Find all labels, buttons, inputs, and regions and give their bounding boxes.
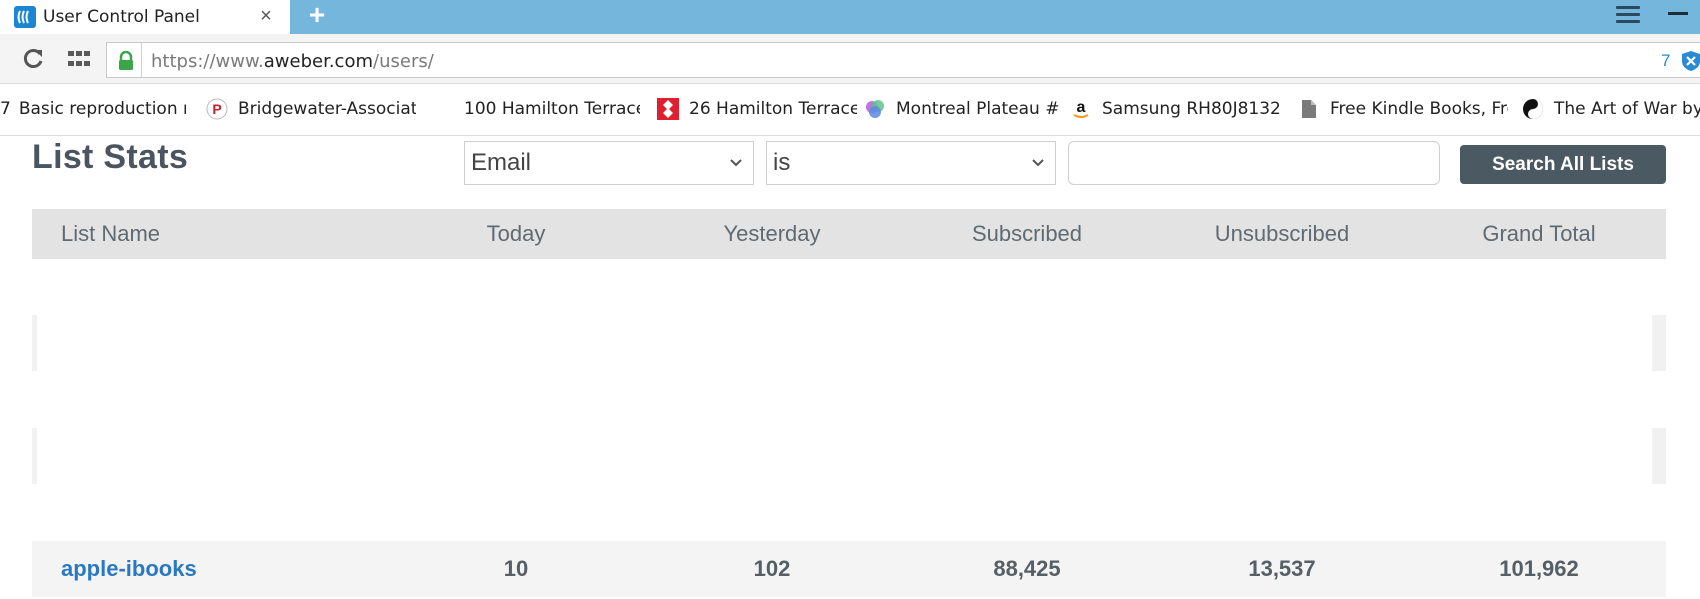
address-bar-row: https://www.aweber.com/users/ 7 xyxy=(0,34,1700,84)
tab-menu-icon[interactable] xyxy=(1616,6,1640,28)
red-diamond-icon xyxy=(657,98,679,120)
aweber-favicon-icon xyxy=(14,6,36,28)
extension-badge-count: 7 xyxy=(1661,51,1671,70)
yin-yang-icon xyxy=(1522,98,1544,120)
bookmark-26-hamilton[interactable]: 26 Hamilton Terrace xyxy=(657,96,857,122)
bookmark-label: Basic reproduction nur xyxy=(18,99,186,119)
column-header-today[interactable]: Today xyxy=(487,209,546,259)
document-icon xyxy=(1298,98,1320,120)
url-text: https://www.aweber.com/users/ xyxy=(151,51,434,72)
bookmark-basic-reproduction[interactable]: 7 Basic reproduction nur xyxy=(0,96,186,122)
shield-extension-icon[interactable] xyxy=(1681,50,1700,72)
bookmark-bridgewater[interactable]: P Bridgewater-Associate xyxy=(206,96,416,122)
bookmark-label: Samsung RH80J81323 xyxy=(1102,99,1282,119)
cell-unsubscribed: 13,537 xyxy=(1248,556,1316,581)
operator-select[interactable]: is xyxy=(766,141,1056,185)
apps-grid-icon[interactable] xyxy=(68,51,90,69)
browser-tab-active[interactable]: User Control Panel × xyxy=(0,0,290,34)
svg-text:P: P xyxy=(212,101,221,117)
list-name-link[interactable]: apple-ibooks xyxy=(61,541,197,597)
table-header: List Name Today Yesterday Subscribed Uns… xyxy=(32,209,1666,259)
column-header-subscribed[interactable]: Subscribed xyxy=(972,209,1082,259)
lock-icon xyxy=(119,51,133,70)
empty-table-row xyxy=(32,315,1666,371)
cell-yesterday: 102 xyxy=(753,556,791,581)
bookmark-label: Bridgewater-Associate xyxy=(238,99,416,119)
blank-page-icon xyxy=(432,98,454,120)
new-tab-button[interactable]: + xyxy=(302,0,332,34)
column-header-list-name[interactable]: List Name xyxy=(61,209,160,259)
column-header-unsubscribed[interactable]: Unsubscribed xyxy=(1215,209,1350,259)
tab-close-icon[interactable]: × xyxy=(254,4,278,28)
field-select-value: Email xyxy=(471,149,532,176)
reload-icon[interactable] xyxy=(20,46,46,72)
empty-table-row xyxy=(32,428,1666,484)
bookmark-label: 26 Hamilton Terrace xyxy=(689,99,857,119)
bookmark-label: Free Kindle Books, Fre xyxy=(1330,99,1508,119)
search-value-input[interactable] xyxy=(1068,141,1440,185)
bookmark-label: Montreal Plateau #2 xyxy=(896,99,1060,119)
column-header-yesterday[interactable]: Yesterday xyxy=(723,209,820,259)
search-all-lists-button[interactable]: Search All Lists xyxy=(1460,145,1666,184)
bookmark-free-kindle[interactable]: Free Kindle Books, Fre xyxy=(1298,96,1508,122)
bookmark-label: The Art of War by S xyxy=(1554,99,1700,119)
page-title: List Stats xyxy=(32,138,189,176)
bookmark-label: 100 Hamilton Terrace - xyxy=(464,99,640,119)
color-circles-icon xyxy=(864,98,886,120)
minimize-window-icon[interactable] xyxy=(1668,12,1688,15)
amazon-icon: a xyxy=(1070,98,1092,120)
tab-title: User Control Panel xyxy=(43,7,200,27)
bookmark-100-hamilton[interactable]: 100 Hamilton Terrace - xyxy=(432,96,640,122)
bookmarks-bar: 7 Basic reproduction nur P Bridgewater-A… xyxy=(0,84,1700,136)
bookmark-samsung[interactable]: a Samsung RH80J81323 xyxy=(1070,96,1282,122)
chevron-down-icon xyxy=(1032,159,1044,167)
browser-tab-bar: User Control Panel × + xyxy=(0,0,1700,34)
cell-today: 10 xyxy=(503,556,529,581)
bookmark-cut-icon: 7 xyxy=(0,99,11,119)
url-field[interactable]: https://www.aweber.com/users/ 7 xyxy=(106,42,1700,78)
bookmark-montreal-plateau[interactable]: Montreal Plateau #2 xyxy=(864,96,1060,122)
url-divider xyxy=(141,43,142,77)
chevron-down-icon xyxy=(730,159,742,167)
table-row: apple-ibooks 10 102 88,425 13,537 101,96… xyxy=(32,541,1666,597)
cell-subscribed: 88,425 xyxy=(993,556,1061,581)
pinterest-icon: P xyxy=(206,98,228,120)
operator-select-value: is xyxy=(773,149,791,176)
field-select[interactable]: Email xyxy=(464,141,754,185)
svg-text:a: a xyxy=(1077,99,1086,116)
cell-grand-total: 101,962 xyxy=(1499,556,1579,581)
bookmark-art-of-war[interactable]: The Art of War by S xyxy=(1522,96,1700,122)
column-header-grand-total[interactable]: Grand Total xyxy=(1482,209,1595,259)
